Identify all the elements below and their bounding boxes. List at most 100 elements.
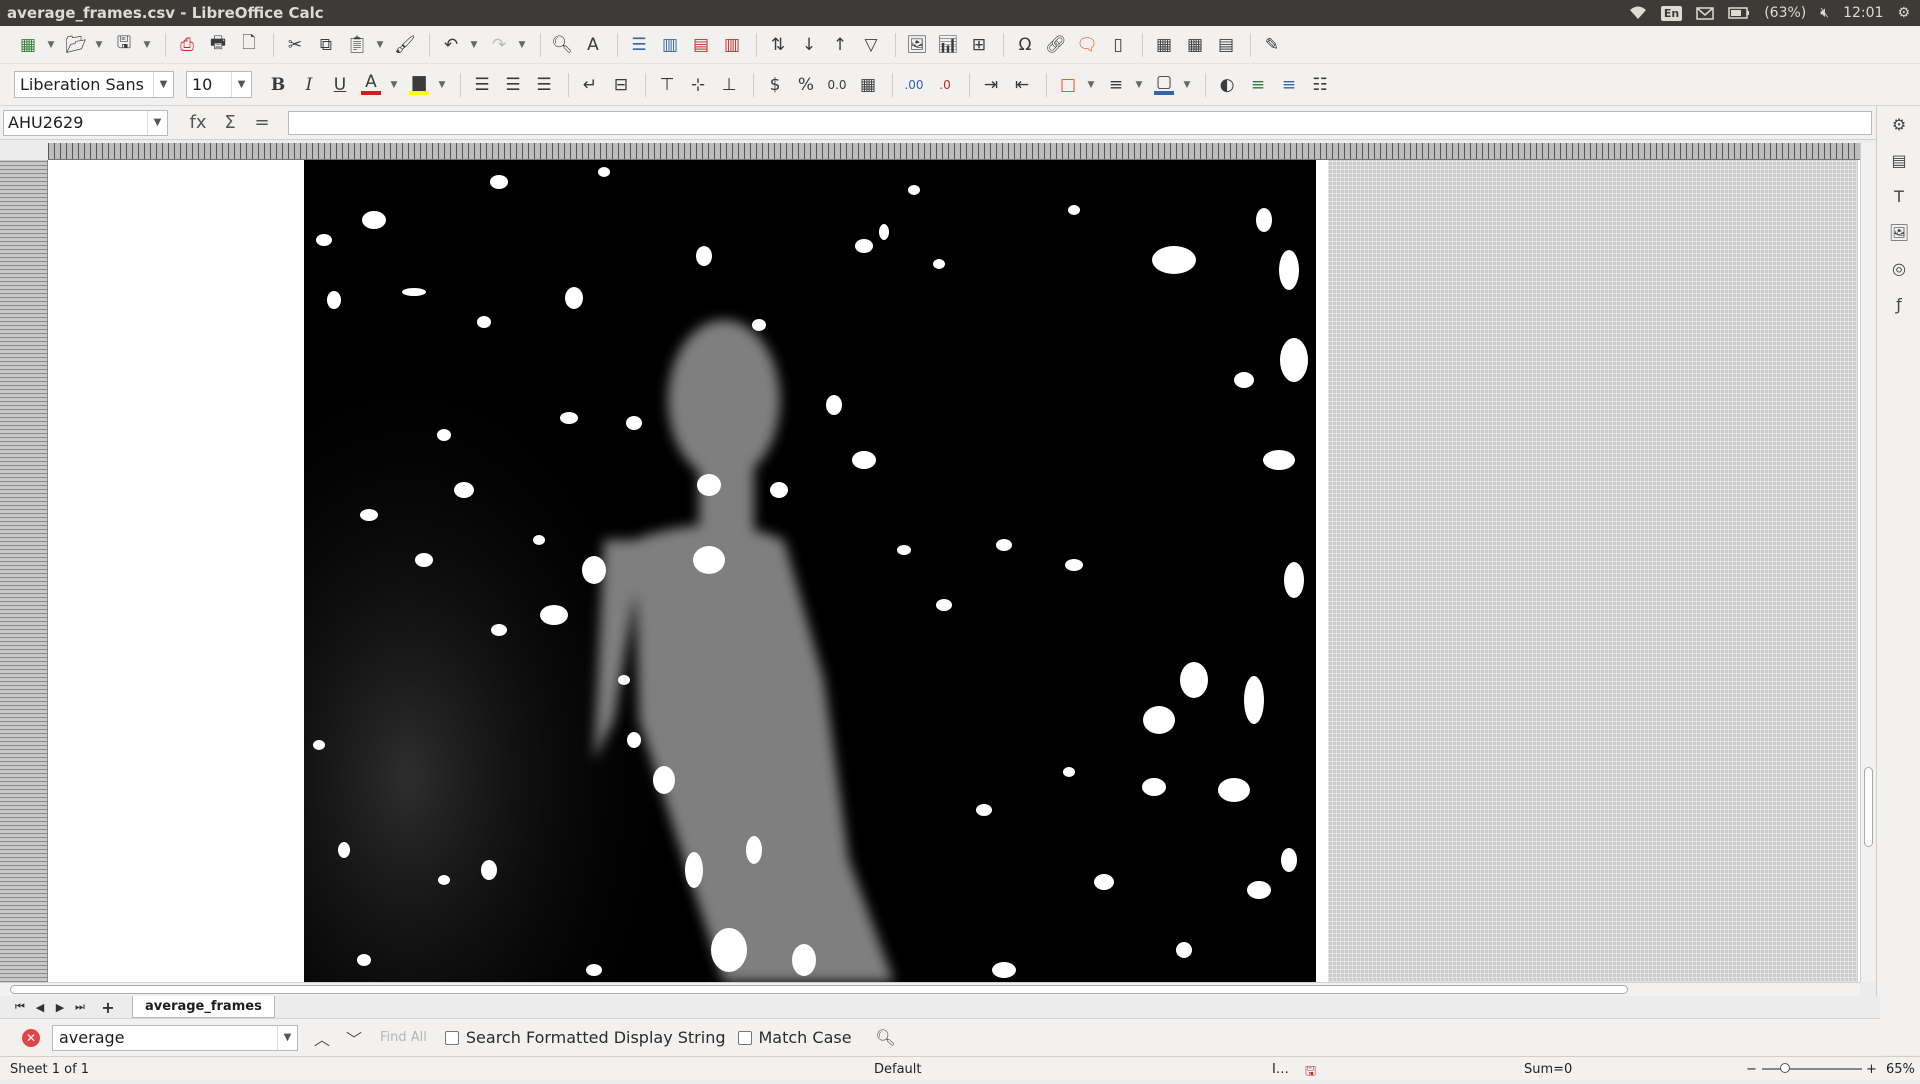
currency-format-button[interactable]: $ — [761, 71, 789, 99]
export-pdf-icon[interactable]: ⎙ — [173, 31, 201, 59]
close-find-bar-icon[interactable]: ✕ — [22, 1028, 40, 1047]
styles-icon[interactable]: T — [1877, 178, 1920, 214]
clock[interactable]: 12:01 — [1843, 5, 1883, 21]
font-color-icon[interactable]: A — [357, 71, 385, 99]
find-all-button[interactable]: Find All — [380, 1030, 427, 1045]
zoom-out-button[interactable]: − — [1746, 1062, 1757, 1077]
add-decimal-icon[interactable]: .00 — [900, 71, 928, 99]
new-spreadsheet-icon[interactable]: ▦ — [14, 31, 42, 59]
insert-mode-icon[interactable]: I… — [1272, 1062, 1289, 1077]
sum-button[interactable]: Σ — [214, 112, 246, 133]
vertical-scrollbar[interactable] — [1860, 143, 1876, 982]
page-style[interactable]: Default — [874, 1062, 922, 1077]
row-header[interactable] — [0, 160, 48, 982]
chevron-down-icon[interactable]: ▼ — [374, 31, 386, 59]
print-icon[interactable]: 🖶 — [204, 31, 232, 59]
next-sheet-icon[interactable]: ▶ — [50, 1001, 70, 1014]
find-replace-dialog-icon[interactable]: 🔍︎ — [870, 1028, 902, 1047]
insert-icon[interactable]: ▤ — [687, 31, 715, 59]
save-icon[interactable]: 🖫 — [110, 31, 138, 59]
condition-icon[interactable]: ≡ — [1244, 71, 1272, 99]
borders-icon[interactable]: □ — [1054, 71, 1082, 99]
freeze-icon[interactable]: ▦ — [1181, 31, 1209, 59]
underline-button[interactable]: U — [326, 71, 354, 99]
print-preview-icon[interactable]: 🗋 — [235, 31, 263, 59]
font-name-combo[interactable]: Liberation Sans ▼ — [14, 71, 174, 98]
horizontal-scrollbar[interactable] — [0, 982, 1860, 996]
open-icon[interactable]: 📂︎ — [62, 31, 90, 59]
find-replace-icon[interactable]: 🔍︎ — [548, 31, 576, 59]
zoom-level[interactable]: 65% — [1886, 1062, 1915, 1077]
number-format-button[interactable]: 0.0 — [823, 71, 851, 99]
chevron-down-icon[interactable]: ▼ — [231, 72, 251, 97]
sheet-tab-average-frames[interactable]: average_frames — [132, 996, 275, 1018]
cell-grid[interactable] — [1328, 160, 1858, 982]
properties-icon[interactable]: ▤ — [1877, 142, 1920, 178]
redo-icon[interactable]: ↷ — [485, 31, 513, 59]
zoom-slider-handle[interactable] — [1780, 1063, 1790, 1073]
styles-icon[interactable]: ≡ — [1275, 71, 1303, 99]
spreadsheet-grid[interactable] — [48, 160, 1860, 982]
previous-sheet-icon[interactable]: ◀ — [30, 1001, 50, 1014]
hyperlink-icon[interactable]: 🔗︎ — [1042, 31, 1070, 59]
chevron-down-icon[interactable]: ▼ — [516, 31, 528, 59]
navigator-icon[interactable]: ◎ — [1877, 250, 1920, 286]
decrease-indent-icon[interactable]: ⇤ — [1008, 71, 1036, 99]
chevron-down-icon[interactable]: ▼ — [1085, 71, 1097, 99]
wifi-icon[interactable] — [1629, 6, 1647, 20]
function-wizard-button[interactable]: fx — [182, 112, 214, 133]
functions-icon[interactable]: ƒ — [1877, 286, 1920, 322]
split-window-icon[interactable]: ▤ — [1212, 31, 1240, 59]
copy-icon[interactable]: ⧉ — [312, 31, 340, 59]
center-vertically-icon[interactable]: ⊹ — [684, 71, 712, 99]
sort-icon[interactable]: ⇅ — [764, 31, 792, 59]
keyboard-layout-indicator[interactable]: En — [1660, 5, 1683, 21]
chart-icon[interactable]: 📊︎ — [934, 31, 962, 59]
name-box[interactable]: AHU2629 ▼ — [3, 109, 168, 136]
zoom-in-button[interactable]: + — [1866, 1062, 1877, 1077]
clone-formatting-icon[interactable]: 🖌︎ — [391, 31, 419, 59]
border-color-icon[interactable]: ▢ — [1150, 71, 1178, 99]
bold-button[interactable]: B — [264, 71, 292, 99]
document-modified-icon[interactable]: 🖫 — [1305, 1062, 1316, 1084]
align-bottom-icon[interactable]: ⊥ — [715, 71, 743, 99]
chevron-down-icon[interactable]: ▼ — [141, 31, 153, 59]
chevron-down-icon[interactable]: ▼ — [436, 71, 448, 99]
search-formatted-checkbox[interactable] — [444, 1030, 459, 1045]
selection-sum[interactable]: Sum=0 — [1524, 1062, 1572, 1077]
align-right-icon[interactable]: ☰ — [530, 71, 558, 99]
column-icon[interactable]: ▥ — [656, 31, 684, 59]
chevron-down-icon[interactable]: ▼ — [1133, 71, 1145, 99]
delete-decimal-icon[interactable]: .0 — [931, 71, 959, 99]
gallery-icon[interactable]: 🖼︎ — [1877, 214, 1920, 250]
spelling-icon[interactable]: A — [579, 31, 607, 59]
merge-center-icon[interactable]: ⊟ — [607, 71, 635, 99]
find-previous-icon[interactable]: ︿ — [306, 1026, 338, 1050]
zoom-slider[interactable] — [1762, 1068, 1862, 1070]
row-icon[interactable]: ☰ — [625, 31, 653, 59]
match-case-checkbox[interactable] — [737, 1030, 752, 1045]
last-sheet-icon[interactable]: ⏭ — [70, 1000, 90, 1014]
chevron-down-icon[interactable]: ▼ — [388, 71, 400, 99]
align-center-icon[interactable]: ☰ — [499, 71, 527, 99]
sidebar-settings-icon[interactable]: ⚙ — [1877, 106, 1920, 142]
font-size-combo[interactable]: 10 ▼ — [186, 71, 252, 98]
chevron-down-icon[interactable]: ▼ — [468, 31, 480, 59]
headers-footers-icon[interactable]: ▯ — [1104, 31, 1132, 59]
mail-icon[interactable] — [1696, 6, 1714, 20]
battery-icon[interactable] — [1728, 7, 1750, 19]
chevron-down-icon[interactable]: ▼ — [45, 31, 57, 59]
sort-descending-icon[interactable]: ↑ — [826, 31, 854, 59]
border-style-icon[interactable]: ≡ — [1102, 71, 1130, 99]
chevron-down-icon[interactable]: ▼ — [153, 72, 173, 97]
chevron-down-icon[interactable]: ▼ — [1181, 71, 1193, 99]
depth-image-cells[interactable] — [304, 160, 1316, 982]
increase-indent-icon[interactable]: ⇥ — [977, 71, 1005, 99]
align-top-icon[interactable]: ⊤ — [653, 71, 681, 99]
undo-icon[interactable]: ↶ — [437, 31, 465, 59]
delete-icon[interactable]: ▥ — [718, 31, 746, 59]
show-draw-functions-icon[interactable]: ✎ — [1258, 31, 1286, 59]
pivot-table-icon[interactable]: ⊞ — [965, 31, 993, 59]
chevron-down-icon[interactable]: ▼ — [93, 31, 105, 59]
find-next-icon[interactable]: ﹀ — [338, 1026, 370, 1050]
